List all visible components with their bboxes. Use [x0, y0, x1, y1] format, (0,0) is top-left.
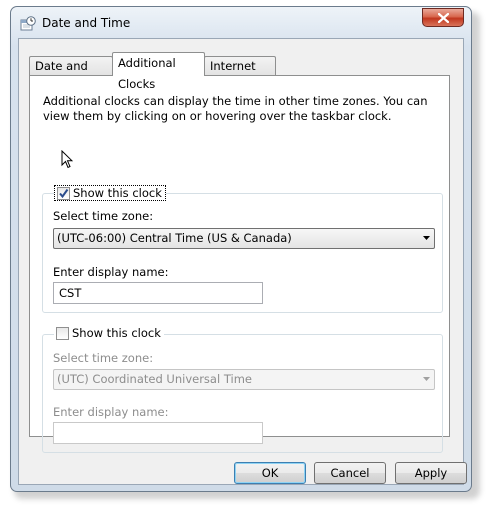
clock1-timezone-label: Select time zone: [53, 209, 154, 223]
tab-additional-clocks[interactable]: Additional Clocks [112, 52, 205, 91]
clock2-show-checkbox[interactable] [56, 326, 69, 340]
clock1-show-checkbox-row[interactable]: Show this clock [54, 185, 166, 201]
date-time-dialog: Date and Time Date and Time Additional C… [10, 6, 472, 492]
clock2-show-checkbox-row[interactable]: Show this clock [54, 326, 164, 340]
cancel-button[interactable]: Cancel [314, 462, 386, 484]
clock-calendar-icon [20, 16, 36, 31]
clock1-timezone-value: (UTC-06:00) Central Time (US & Canada) [57, 231, 292, 245]
close-button[interactable] [422, 8, 464, 27]
clock2-timezone-label: Select time zone: [53, 351, 154, 365]
title-bar[interactable]: Date and Time [11, 7, 471, 39]
ok-button[interactable]: OK [234, 462, 306, 484]
additional-clocks-panel: Additional clocks can display the time i… [29, 75, 450, 453]
clock1-show-label: Show this clock [73, 186, 162, 200]
clock1-group: Show this clock Select time zone: (UTC-0… [42, 185, 443, 313]
clock1-show-checkbox[interactable] [57, 186, 70, 200]
clock2-group: Show this clock Select time zone: (UTC) … [42, 326, 443, 453]
clock1-display-name-label: Enter display name: [53, 265, 169, 279]
close-icon [438, 13, 449, 23]
tab-internet-time[interactable]: Internet Time [204, 56, 276, 92]
clock2-display-name-input[interactable] [53, 422, 263, 444]
dropdown-arrow-icon [423, 236, 430, 240]
clock2-display-name-label: Enter display name: [53, 405, 169, 419]
mouse-cursor-icon [61, 150, 73, 169]
window-title: Date and Time [42, 16, 131, 30]
tab-date-and-time[interactable]: Date and Time [29, 56, 113, 92]
apply-button[interactable]: Apply [395, 462, 467, 484]
dropdown-arrow-icon [423, 377, 430, 381]
description-text: Additional clocks can display the time i… [43, 94, 428, 123]
clock1-timezone-select[interactable]: (UTC-06:00) Central Time (US & Canada) [53, 228, 435, 249]
clock2-timezone-value: (UTC) Coordinated Universal Time [57, 372, 252, 386]
clock2-timezone-select[interactable]: (UTC) Coordinated Universal Time [53, 369, 435, 390]
checkmark-icon [59, 188, 69, 198]
clock1-display-name-input[interactable]: CST [53, 282, 263, 304]
dialog-client-area: Date and Time Additional Clocks Internet… [18, 38, 467, 485]
clock2-show-label: Show this clock [72, 326, 161, 340]
